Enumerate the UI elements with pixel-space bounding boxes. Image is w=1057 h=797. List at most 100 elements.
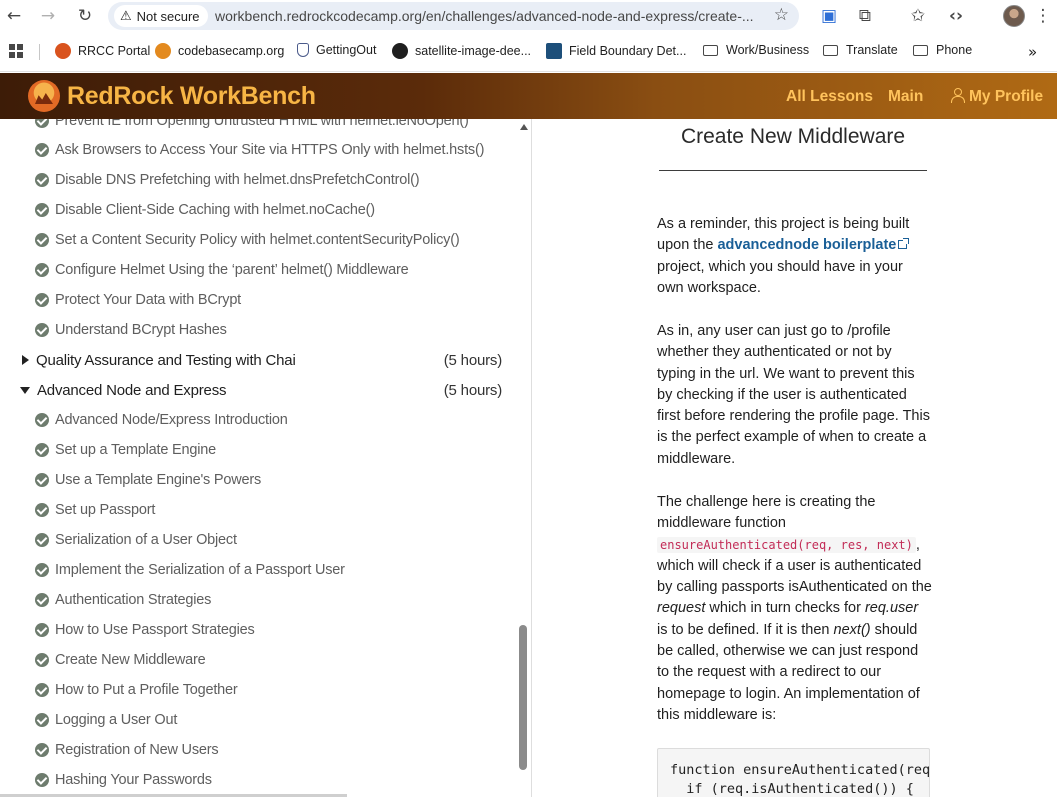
completed-check-icon bbox=[35, 743, 49, 757]
scroll-up-arrow-icon[interactable] bbox=[520, 124, 528, 130]
lesson-item[interactable]: Advanced Node/Express Introduction bbox=[35, 409, 288, 431]
completed-check-icon bbox=[35, 143, 49, 157]
lesson-item[interactable]: Hashing Your Passwords bbox=[35, 769, 212, 791]
challenge-paragraph: The challenge here is creating the middl… bbox=[657, 492, 932, 726]
lesson-item[interactable]: Configure Helmet Using the ‘parent’ helm… bbox=[35, 259, 409, 281]
expanded-triangle-icon bbox=[20, 386, 30, 394]
bookmarks-star-icon[interactable]: ✩ bbox=[906, 4, 930, 28]
bookmark-label: codebasecamp.org bbox=[178, 44, 285, 58]
completed-check-icon bbox=[35, 119, 49, 128]
redrock-logo-icon[interactable] bbox=[28, 80, 60, 112]
github-icon bbox=[392, 43, 408, 59]
security-label: Not secure bbox=[136, 8, 200, 24]
text-span: The challenge here is creating the middl… bbox=[657, 494, 876, 532]
folder-icon bbox=[703, 44, 718, 56]
completed-check-icon bbox=[35, 323, 49, 337]
bookmark-label: RRCC Portal bbox=[78, 44, 151, 58]
printer-extension-icon[interactable]: ▣ bbox=[817, 4, 841, 28]
folder-icon bbox=[913, 44, 928, 56]
lesson-item[interactable]: Implement the Serialization of a Passpor… bbox=[35, 559, 345, 581]
extensions-puzzle-icon[interactable]: ⧉ bbox=[853, 4, 877, 28]
back-icon[interactable]: ← bbox=[2, 4, 26, 28]
text-span: which in turn checks for bbox=[705, 600, 865, 617]
text-span: is to be defined. If it is then bbox=[657, 621, 834, 638]
lesson-item[interactable]: Authentication Strategies bbox=[35, 589, 211, 611]
lesson-item[interactable]: Ask Browsers to Access Your Site via HTT… bbox=[35, 139, 484, 161]
section-advanced-node[interactable]: Advanced Node and Express (5 hours) bbox=[20, 379, 502, 401]
lesson-item[interactable]: Use a Template Engine's Powers bbox=[35, 469, 261, 491]
lesson-item[interactable]: Set up Passport bbox=[35, 499, 155, 521]
completed-check-icon bbox=[35, 593, 49, 607]
lesson-item[interactable]: Understand BCrypt Hashes bbox=[35, 319, 227, 341]
completed-check-icon bbox=[35, 713, 49, 727]
completed-check-icon bbox=[35, 773, 49, 787]
apps-grid-icon[interactable] bbox=[9, 44, 23, 58]
lesson-item[interactable]: Prevent IE from Opening Untrusted HTML w… bbox=[35, 119, 469, 132]
emphasis: request bbox=[657, 600, 706, 617]
bookmark-codebasecamp[interactable]: codebasecamp.org bbox=[155, 43, 284, 59]
lesson-item[interactable]: Set up a Template Engine bbox=[35, 439, 216, 461]
lesson-item[interactable]: Registration of New Users bbox=[35, 739, 219, 761]
lesson-list-pane: Prevent IE from Opening Untrusted HTML w… bbox=[0, 119, 531, 797]
bookmark-folder-translate[interactable]: Translate bbox=[823, 43, 898, 57]
url-text[interactable]: workbench.redrockcodecamp.org/en/challen… bbox=[215, 8, 755, 24]
nav-main[interactable]: Main bbox=[888, 88, 923, 106]
security-chip[interactable]: ⚠ Not secure bbox=[114, 5, 208, 27]
lesson-label: Set up Passport bbox=[55, 502, 156, 518]
lesson-item[interactable]: How to Put a Profile Together bbox=[35, 679, 238, 701]
bookmark-folder-work[interactable]: Work/Business bbox=[703, 43, 809, 57]
completed-check-icon bbox=[35, 683, 49, 697]
lesson-item[interactable]: Create New Middleware bbox=[35, 649, 206, 671]
lesson-label: Ask Browsers to Access Your Site via HTT… bbox=[55, 142, 485, 158]
lesson-item[interactable]: How to Use Passport Strategies bbox=[35, 619, 255, 641]
lesson-label: Protect Your Data with BCrypt bbox=[55, 292, 242, 308]
devtools-code-icon[interactable]: ‹› bbox=[944, 4, 968, 28]
section-title: Quality Assurance and Testing with Chai bbox=[36, 351, 296, 369]
bookmark-star-icon[interactable]: ☆ bbox=[774, 5, 789, 25]
folder-icon bbox=[823, 44, 838, 56]
forward-icon[interactable]: → bbox=[36, 4, 60, 28]
bookmark-folder-phone[interactable]: Phone bbox=[913, 43, 972, 57]
challenge-title: Create New Middleware bbox=[680, 125, 906, 148]
reload-icon[interactable]: ↻ bbox=[73, 4, 97, 28]
bookmark-label: Field Boundary Det... bbox=[569, 44, 687, 58]
bookmark-gettingout[interactable]: GettingOut bbox=[297, 43, 376, 57]
profile-avatar[interactable] bbox=[1003, 5, 1025, 27]
bookmark-label: Work/Business bbox=[726, 43, 810, 57]
completed-check-icon bbox=[35, 653, 49, 667]
lesson-item[interactable]: Logging a User Out bbox=[35, 709, 177, 731]
lesson-label: How to Put a Profile Together bbox=[55, 682, 238, 698]
lesson-item[interactable]: Disable Client-Side Caching with helmet.… bbox=[35, 199, 375, 221]
completed-check-icon bbox=[35, 293, 49, 307]
lesson-label: Implement the Serialization of a Passpor… bbox=[55, 562, 345, 578]
menu-kebab-icon[interactable]: ⋮ bbox=[1031, 4, 1055, 28]
problem-paragraph: As in, any user can just go to /profile … bbox=[657, 323, 930, 467]
address-bar[interactable]: ⚠ Not secure workbench.redrockcodecamp.o… bbox=[108, 2, 799, 30]
completed-check-icon bbox=[35, 623, 49, 637]
nav-my-profile[interactable]: My Profile bbox=[951, 88, 1043, 106]
lesson-list-scrollbar[interactable] bbox=[519, 625, 527, 770]
completed-check-icon bbox=[35, 533, 49, 547]
lesson-item[interactable]: Protect Your Data with BCrypt bbox=[35, 289, 241, 311]
site-logo-text[interactable]: RedRock WorkBench bbox=[67, 82, 316, 111]
boilerplate-link[interactable]: advancednode boilerplate bbox=[717, 237, 910, 253]
code-block[interactable]: function ensureAuthenticated(req, res, n… bbox=[657, 748, 930, 797]
more-bookmarks-chevron-icon[interactable]: » bbox=[1028, 43, 1037, 61]
lesson-item[interactable]: Set a Content Security Policy with helme… bbox=[35, 229, 460, 251]
bookmark-field-boundary[interactable]: Field Boundary Det... bbox=[546, 43, 686, 59]
emphasis: next() bbox=[833, 621, 871, 638]
lesson-label: Registration of New Users bbox=[55, 742, 219, 758]
lesson-label: Serialization of a User Object bbox=[55, 532, 237, 548]
bookmark-satellite-image[interactable]: satellite-image-dee... bbox=[392, 43, 531, 59]
section-quality-assurance[interactable]: Quality Assurance and Testing with Chai … bbox=[20, 349, 502, 371]
lesson-item[interactable]: Serialization of a User Object bbox=[35, 529, 237, 551]
bookmark-rrcc-portal[interactable]: RRCC Portal bbox=[55, 43, 150, 59]
bookmarks-separator bbox=[39, 44, 40, 60]
warning-icon: ⚠ bbox=[120, 8, 132, 24]
lesson-label: Understand BCrypt Hashes bbox=[55, 322, 227, 338]
lesson-label: Create New Middleware bbox=[55, 652, 206, 668]
bookmark-label: Translate bbox=[846, 43, 898, 57]
inline-code: ensureAuthenticated(req, res, next) bbox=[657, 536, 916, 553]
lesson-item[interactable]: Disable DNS Prefetching with helmet.dnsP… bbox=[35, 169, 420, 191]
nav-all-lessons[interactable]: All Lessons bbox=[786, 88, 873, 106]
